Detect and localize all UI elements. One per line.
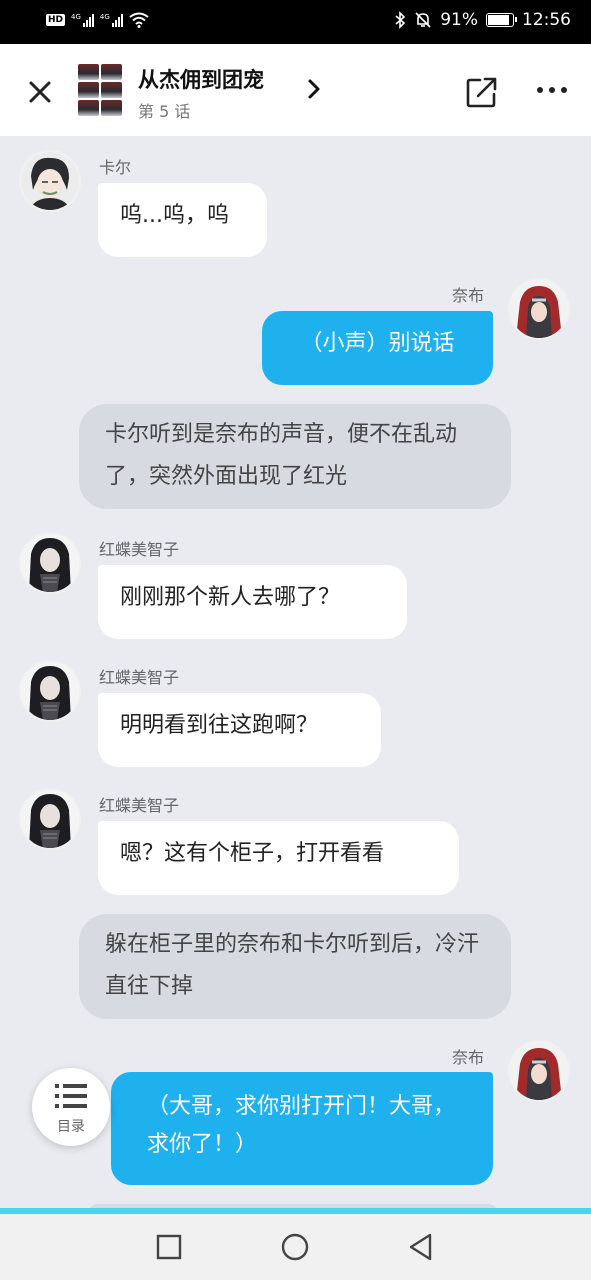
status-bar-left: HD 4G 4G: [46, 12, 149, 28]
sender-name: 红蝶美智子: [99, 668, 180, 687]
share-icon[interactable]: [464, 74, 500, 110]
sender-name: 红蝶美智子: [99, 540, 180, 559]
clock: 12:56: [522, 10, 571, 30]
system-nav-bar: [0, 1214, 591, 1280]
battery-percent: 91%: [440, 10, 478, 30]
michiko-avatar[interactable]: [19, 532, 81, 594]
wifi-icon: [129, 12, 149, 28]
battery-icon: [486, 13, 517, 27]
chat-area[interactable]: 卡尔 呜...呜，呜 奈布 （小声）别说话 卡尔听到是奈布的声音，便不在乱动了，…: [0, 136, 591, 1208]
message-bubble: （大哥，求你别打开门！大哥，求你了！）: [111, 1072, 493, 1185]
message-bubble: 呜...呜，呜: [98, 183, 267, 257]
message-bubble: 明明看到往这跑啊？: [98, 693, 381, 767]
signal-icon: 4G: [71, 13, 94, 27]
back-icon[interactable]: [406, 1232, 436, 1262]
chevron-right-icon[interactable]: [302, 76, 326, 102]
message-bubble: 嗯？这有个柜子，打开看看: [98, 821, 459, 895]
michiko-avatar[interactable]: [19, 660, 81, 722]
mute-icon: [415, 12, 431, 28]
message-bubble: 刚刚那个新人去哪了？: [98, 565, 407, 639]
list-icon: [55, 1084, 87, 1108]
episode-label: 第 5 话: [138, 102, 191, 121]
toc-button[interactable]: 目录: [32, 1068, 110, 1146]
sender-name: 奈布: [452, 1048, 485, 1067]
message-bubble: （小声）别说话: [262, 311, 493, 385]
more-icon[interactable]: [534, 80, 570, 100]
bluetooth-icon: [395, 11, 406, 29]
recent-apps-icon[interactable]: [154, 1232, 184, 1262]
sender-name: 卡尔: [99, 158, 132, 177]
michiko-avatar[interactable]: [19, 788, 81, 850]
naib-avatar[interactable]: [508, 278, 570, 340]
toc-label: 目录: [57, 1119, 85, 1135]
comic-title[interactable]: 从杰佣到团宠: [138, 64, 264, 94]
status-bar: HD 4G 4G 91% 12:56: [0, 0, 591, 44]
narration-bubble: 躲在柜子里的奈布和卡尔听到后，冷汗直往下掉: [79, 914, 511, 1019]
comic-cover-thumbnail[interactable]: [78, 64, 122, 116]
sender-name: 红蝶美智子: [99, 796, 180, 815]
top-header: 从杰佣到团宠 第 5 话: [0, 44, 591, 136]
karl-avatar[interactable]: [19, 150, 81, 212]
home-icon[interactable]: [280, 1232, 310, 1262]
narration-bubble: 卡尔听到是奈布的声音，便不在乱动了，突然外面出现了红光: [79, 404, 511, 509]
naib-avatar[interactable]: [508, 1040, 570, 1102]
close-icon[interactable]: [22, 74, 58, 110]
signal-icon-2: 4G: [100, 13, 123, 27]
status-bar-right: 91% 12:56: [394, 10, 571, 30]
sender-name: 奈布: [452, 286, 485, 305]
hd-badge: HD: [46, 14, 66, 26]
